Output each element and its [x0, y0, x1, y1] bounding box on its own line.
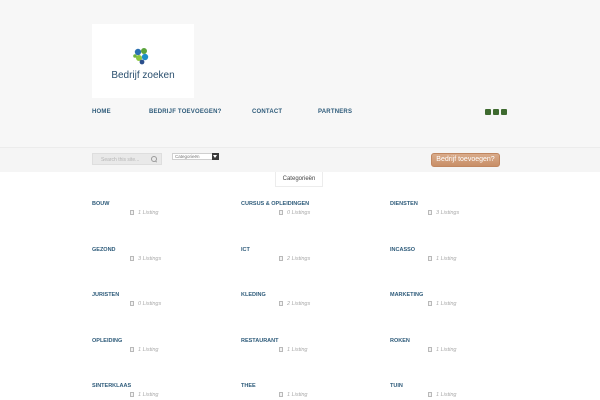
listing-count: 1 Listing	[428, 392, 457, 398]
category-link[interactable]: RESTAURANT	[241, 338, 278, 344]
toolbar	[0, 148, 600, 172]
document-icon	[130, 301, 134, 306]
listing-count: 0 Listings	[130, 301, 161, 307]
category-link[interactable]: THEE	[241, 383, 256, 389]
listing-count: 0 Listings	[279, 210, 310, 216]
listing-count-text: 1 Listing	[436, 347, 457, 353]
document-icon	[279, 392, 283, 397]
listing-count-text: 1 Listing	[287, 392, 308, 398]
category-link[interactable]: ROKEN	[390, 338, 410, 344]
listing-count: 1 Listing	[279, 392, 308, 398]
listing-count-text: 1 Listing	[138, 347, 159, 353]
listing-count-text: 1 Listing	[287, 347, 308, 353]
listing-count-text: 2 Listings	[287, 256, 311, 262]
chevron-down-icon[interactable]	[212, 153, 219, 160]
listing-count-text: 3 Listings	[138, 256, 162, 262]
listing-count-text: 1 Listing	[436, 392, 457, 398]
listing-count-text: 0 Listings	[138, 301, 162, 307]
category-link[interactable]: OPLEIDING	[92, 338, 122, 344]
listing-count: 1 Listing	[130, 347, 159, 353]
listing-count-text: 1 Listing	[436, 256, 457, 262]
listing-count: 1 Listing	[428, 301, 457, 307]
document-icon	[279, 256, 283, 261]
twitter-icon[interactable]	[485, 109, 491, 115]
listing-count-text: 0 Listings	[287, 210, 311, 216]
nav-home[interactable]: HOME	[92, 109, 111, 115]
document-icon	[130, 392, 134, 397]
listing-count: 3 Listings	[130, 256, 161, 262]
category-link[interactable]: TUIN	[390, 383, 403, 389]
category-link[interactable]: KLEDING	[241, 292, 266, 298]
listing-count-text: 1 Listing	[436, 301, 457, 307]
listing-count: 2 Listings	[279, 256, 310, 262]
site-logo[interactable]: Bedrijf zoeken	[92, 24, 194, 98]
listing-count: 1 Listing	[428, 347, 457, 353]
category-link[interactable]: BOUW	[92, 201, 109, 207]
site-header: Bedrijf zoeken HOME BEDRIJF TOEVOEGEN? C…	[0, 0, 600, 148]
document-icon	[279, 301, 283, 306]
document-icon	[428, 347, 432, 352]
category-link[interactable]: SINTERKLAAS	[92, 383, 131, 389]
tab-categorieen[interactable]: Categorieën	[275, 172, 323, 187]
category-link[interactable]: GEZOND	[92, 247, 116, 253]
category-link[interactable]: DIENSTEN	[390, 201, 418, 207]
category-link[interactable]: ICT	[241, 247, 250, 253]
add-business-button[interactable]: Bedrijf toevoegen?	[431, 153, 500, 167]
category-link[interactable]: MARKETING	[390, 292, 423, 298]
rss-icon[interactable]	[493, 109, 499, 115]
listing-count: 2 Listings	[279, 301, 310, 307]
document-icon	[279, 347, 283, 352]
listing-count-text: 2 Listings	[287, 301, 311, 307]
facebook-icon[interactable]	[501, 109, 507, 115]
category-link[interactable]: CURSUS & OPLEIDINGEN	[241, 201, 309, 207]
document-icon	[130, 256, 134, 261]
document-icon	[279, 210, 283, 215]
category-link[interactable]: INCASSO	[390, 247, 415, 253]
listing-count: 1 Listing	[130, 210, 159, 216]
listing-count: 1 Listing	[279, 347, 308, 353]
listing-count-text: 1 Listing	[138, 392, 159, 398]
document-icon	[130, 210, 134, 215]
logo-icon	[133, 48, 149, 65]
document-icon	[428, 301, 432, 306]
document-icon	[428, 210, 432, 215]
document-icon	[428, 256, 432, 261]
listing-count-text: 3 Listings	[436, 210, 460, 216]
listing-count: 1 Listing	[428, 256, 457, 262]
listing-count-text: 1 Listing	[138, 210, 159, 216]
nav-contact[interactable]: CONTACT	[252, 109, 282, 115]
listing-count: 3 Listings	[428, 210, 459, 216]
category-link[interactable]: JURISTEN	[92, 292, 119, 298]
listing-count: 1 Listing	[130, 392, 159, 398]
nav-partners[interactable]: PARTNERS	[318, 109, 352, 115]
document-icon	[428, 392, 432, 397]
search-icon[interactable]	[151, 156, 157, 162]
logo-text: Bedrijf zoeken	[111, 70, 175, 81]
nav-bedrijf-toevoegen[interactable]: BEDRIJF TOEVOEGEN?	[149, 109, 222, 115]
document-icon	[130, 347, 134, 352]
